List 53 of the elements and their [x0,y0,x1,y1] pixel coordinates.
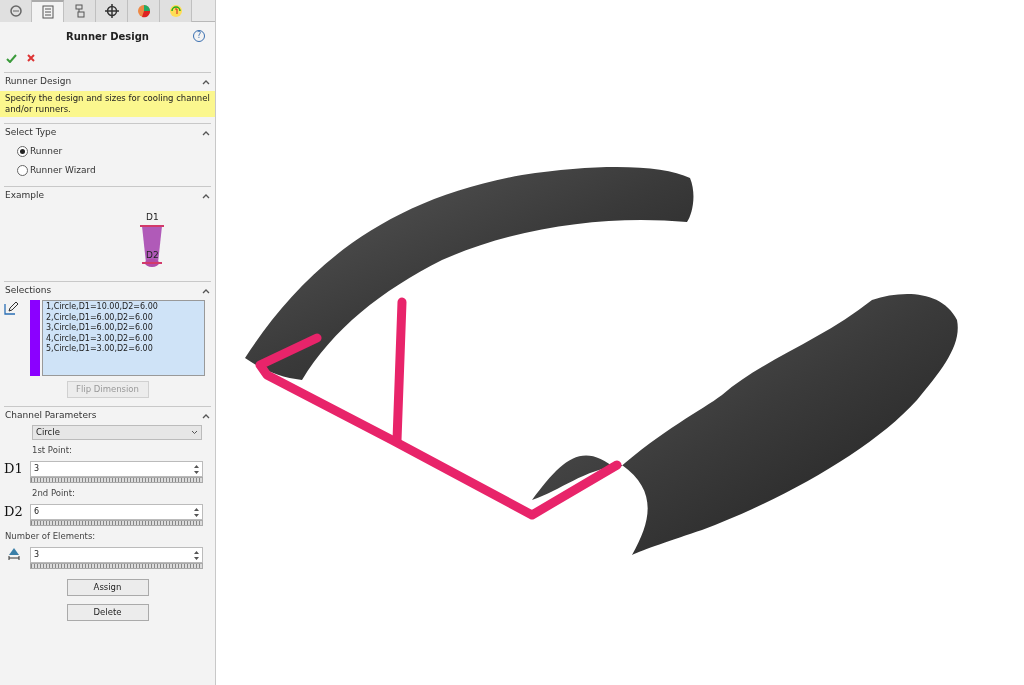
message-text: Specify the design and sizes for cooling channel and/or runners. [0,91,215,117]
edit-icon[interactable] [4,301,20,315]
radio-label: Runner [30,144,63,158]
list-item[interactable]: 2,Circle,D1=6.00,D2=6.00 [46,312,201,323]
field-caption: 2nd Point: [31,487,76,500]
collapse-icon[interactable] [202,288,210,294]
field-caption: Number of Elements: [4,530,97,543]
spinner-icon[interactable] [193,549,200,561]
badge-icon [167,3,184,19]
chevron-down-icon [191,430,198,435]
number-field[interactable]: 3 [30,461,203,477]
spinner-icon[interactable] [193,463,200,475]
action-button[interactable]: Delete [66,604,149,621]
crosshair-icon [103,3,120,19]
panel-title: Runner Design [66,29,149,44]
dimension-label: D1 [4,461,23,477]
list-item[interactable]: 3,Circle,D1=6.00,D2=6.00 [46,323,201,334]
collapse-icon[interactable] [202,193,210,199]
section-heading: Select Type [5,126,57,140]
radio-button[interactable] [17,165,28,176]
slider-track[interactable] [30,477,203,483]
shape-dropdown[interactable]: Circle [32,425,202,440]
list-item[interactable]: 4,Circle,D1=3.00,D2=6.00 [46,333,201,344]
radio-button[interactable] [17,146,28,157]
section-heading: Selections [5,284,52,298]
close-icon[interactable] [27,54,35,62]
dimension-label: D2 [4,504,23,520]
collapse-icon[interactable] [202,130,210,136]
list-item[interactable]: 1,Circle,D1=10.00,D2=6.00 [46,302,201,313]
section-heading: Runner Design [5,75,72,89]
dimension-label: D2 [146,249,159,262]
action-button[interactable]: Assign [66,579,149,596]
list-icon [39,4,56,20]
spinner-icon[interactable] [193,506,200,518]
dimension-label: D1 [146,211,159,224]
slider-track[interactable] [30,563,203,569]
tab[interactable] [96,0,128,22]
number-field[interactable]: 3 [30,547,203,563]
triangle-icon [8,547,20,561]
collapse-icon[interactable] [202,79,210,85]
selection-list[interactable]: 1,Circle,D1=10.00,D2=6.00 2,Circle,D1=6.00,D2=6.00 3,Circle,D1=6.00,D2=6.00 4,Circle,D1=3.00,D2=6.00 5,Circle,D1=3.00,D2=6.00 [42,300,205,376]
list-item[interactable]: 5,Circle,D1=3.00,D2=6.00 [46,344,201,355]
field-caption: 1st Point: [31,444,73,457]
checkmark-icon[interactable] [6,53,17,63]
tab[interactable] [0,0,32,22]
slider-track[interactable] [30,520,203,526]
section-heading: Channel Parameters [5,409,97,423]
color-wheel-icon [135,3,152,19]
tab[interactable] [128,0,160,22]
number-field[interactable]: 6 [30,504,203,520]
radio-label: Runner Wizard [30,163,96,177]
collapse-icon[interactable] [202,413,210,419]
section-heading: Example [5,189,45,203]
